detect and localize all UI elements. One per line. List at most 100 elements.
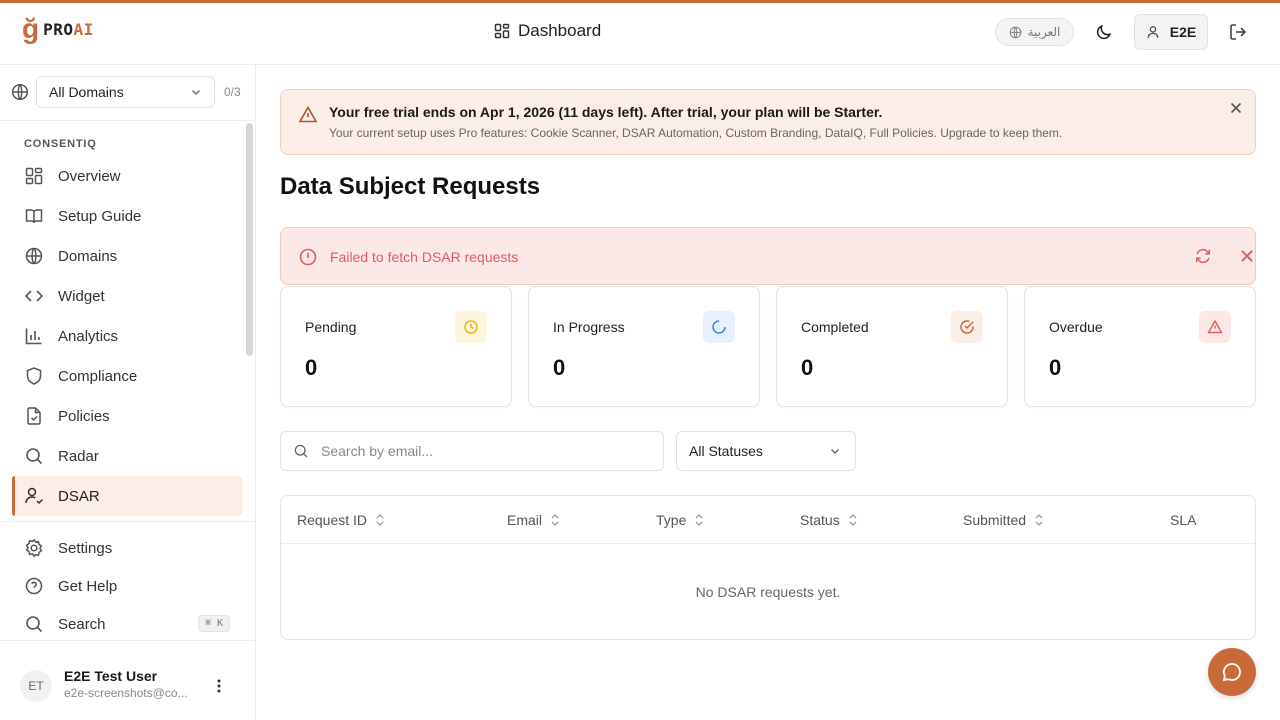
- header-title: Dashboard: [494, 21, 601, 41]
- user-more-button[interactable]: [210, 677, 228, 695]
- sidebar-item-label: Overview: [58, 167, 121, 185]
- sidebar-item-label: Analytics: [58, 327, 119, 345]
- chat-button[interactable]: [1208, 648, 1256, 696]
- sidebar-item-label: Policies: [58, 407, 110, 425]
- language-label: العربية: [1027, 25, 1061, 39]
- chat-icon: [1222, 663, 1241, 682]
- column-header-type[interactable]: Type: [656, 512, 704, 528]
- logo[interactable]: ğ PROAI: [22, 15, 94, 43]
- trial-banner-subtitle: Your current setup uses Pro features: Co…: [329, 126, 1063, 140]
- sidebar-item-label: Compliance: [58, 367, 138, 385]
- refresh-icon[interactable]: [1194, 247, 1212, 265]
- avatar: ET: [20, 670, 52, 702]
- logo-mark: ğ: [22, 13, 40, 44]
- search-icon: [26, 616, 43, 633]
- overview-icon: [25, 167, 43, 185]
- user-icon: [1147, 26, 1159, 38]
- stat-card-overdue: Overdue 0: [1024, 286, 1256, 407]
- search-field: [280, 431, 664, 471]
- column-header-sla: SLA: [1170, 512, 1196, 528]
- column-label: Request ID: [297, 512, 368, 528]
- sort-icon: [551, 514, 559, 526]
- sidebar-scrollbar[interactable]: [246, 123, 253, 356]
- user-name: E2E Test User: [64, 668, 158, 684]
- sidebar-item-radar[interactable]: Radar: [12, 436, 243, 476]
- dashboard-icon: [494, 23, 510, 39]
- sidebar-item-get-help[interactable]: Get Help: [12, 567, 243, 605]
- book-icon: [25, 209, 43, 224]
- user-check-icon: [25, 487, 44, 505]
- search-icon: [294, 444, 308, 458]
- trial-banner-title: Your free trial ends on Apr 1, 2026 (11 …: [329, 104, 883, 120]
- sidebar-item-compliance[interactable]: Compliance: [12, 356, 243, 396]
- status-filter-select[interactable]: All Statuses: [676, 431, 856, 471]
- stat-value: 0: [553, 355, 566, 380]
- stat-value: 0: [305, 355, 318, 380]
- main-content: Your free trial ends on Apr 1, 2026 (11 …: [256, 65, 1280, 720]
- column-label: Submitted: [963, 512, 1027, 528]
- user-email: e2e-screenshots@co...: [64, 686, 188, 700]
- sidebar-item-label: Search: [58, 615, 106, 633]
- sidebar-item-label: Get Help: [58, 577, 118, 595]
- logout-icon: [1230, 24, 1247, 40]
- sidebar-item-domains[interactable]: Domains: [12, 236, 243, 276]
- theme-toggle-button[interactable]: [1092, 20, 1116, 44]
- close-icon[interactable]: [1238, 247, 1256, 265]
- stat-value: 0: [801, 355, 814, 380]
- sidebar-item-label: Settings: [58, 539, 113, 557]
- logout-button[interactable]: [1226, 20, 1250, 44]
- sidebar-item-label: Radar: [58, 447, 99, 465]
- stat-label: In Progress: [553, 319, 625, 335]
- sidebar-item-widget[interactable]: Widget: [12, 276, 243, 316]
- file-check-icon: [27, 407, 41, 425]
- stat-card-in-progress: In Progress 0: [528, 286, 760, 407]
- column-header-submitted[interactable]: Submitted: [963, 512, 1044, 528]
- sidebar-item-label: Domains: [58, 247, 118, 265]
- stat-label: Pending: [305, 319, 357, 335]
- column-header-email[interactable]: Email: [507, 512, 560, 528]
- search-input[interactable]: [321, 443, 641, 459]
- chevron-down-icon: [831, 449, 839, 454]
- domain-select-value: All Domains: [49, 84, 124, 100]
- more-vertical-icon: [217, 679, 221, 693]
- stat-label: Completed: [801, 319, 869, 335]
- column-label: Type: [656, 512, 687, 528]
- language-toggle[interactable]: العربية: [995, 18, 1074, 46]
- chevron-down-icon: [192, 90, 200, 95]
- alert-triangle-icon: [1199, 311, 1231, 343]
- filter-bar: All Statuses: [280, 431, 1256, 471]
- sidebar-section-label: CONSENTIQ: [24, 138, 97, 150]
- close-icon[interactable]: [1229, 101, 1243, 115]
- column-label: Status: [800, 512, 840, 528]
- page-title: Data Subject Requests: [280, 173, 541, 200]
- help-icon: [25, 577, 43, 595]
- column-label: SLA: [1170, 512, 1197, 528]
- sidebar-item-policies[interactable]: Policies: [12, 396, 243, 436]
- alert-triangle-icon: [298, 105, 318, 123]
- sidebar-item-dsar[interactable]: DSAR: [12, 476, 243, 516]
- error-message: Failed to fetch DSAR requests: [330, 249, 519, 265]
- dsar-table: Request ID Email Type Status Submitted S…: [280, 495, 1256, 640]
- page-header-title: Dashboard: [518, 21, 602, 40]
- column-label: Email: [507, 512, 543, 528]
- sort-icon: [376, 514, 384, 526]
- stat-card-pending: Pending 0: [280, 286, 512, 407]
- chart-icon: [25, 328, 42, 345]
- sidebar-item-analytics[interactable]: Analytics: [12, 316, 243, 356]
- sidebar-item-label: Setup Guide: [58, 207, 142, 225]
- sidebar-item-overview[interactable]: Overview: [12, 156, 243, 196]
- column-header-status[interactable]: Status: [800, 512, 858, 528]
- moon-icon: [1096, 24, 1112, 40]
- logo-text: PROAI: [43, 19, 94, 39]
- user-menu-button[interactable]: E2E: [1134, 14, 1208, 50]
- check-circle-icon: [951, 311, 983, 343]
- sidebar-item-label: DSAR: [58, 487, 100, 505]
- shield-icon: [26, 367, 42, 385]
- sidebar-item-search[interactable]: Search ⌘ K: [12, 605, 243, 643]
- user-profile-card: ET E2E Test User e2e-screenshots@co...: [0, 640, 255, 720]
- domain-select[interactable]: All Domains: [36, 76, 215, 108]
- sidebar-item-setup-guide[interactable]: Setup Guide: [12, 196, 243, 236]
- code-icon: [24, 290, 44, 302]
- sidebar-item-settings[interactable]: Settings: [12, 529, 243, 567]
- column-header-request-id[interactable]: Request ID: [297, 512, 385, 528]
